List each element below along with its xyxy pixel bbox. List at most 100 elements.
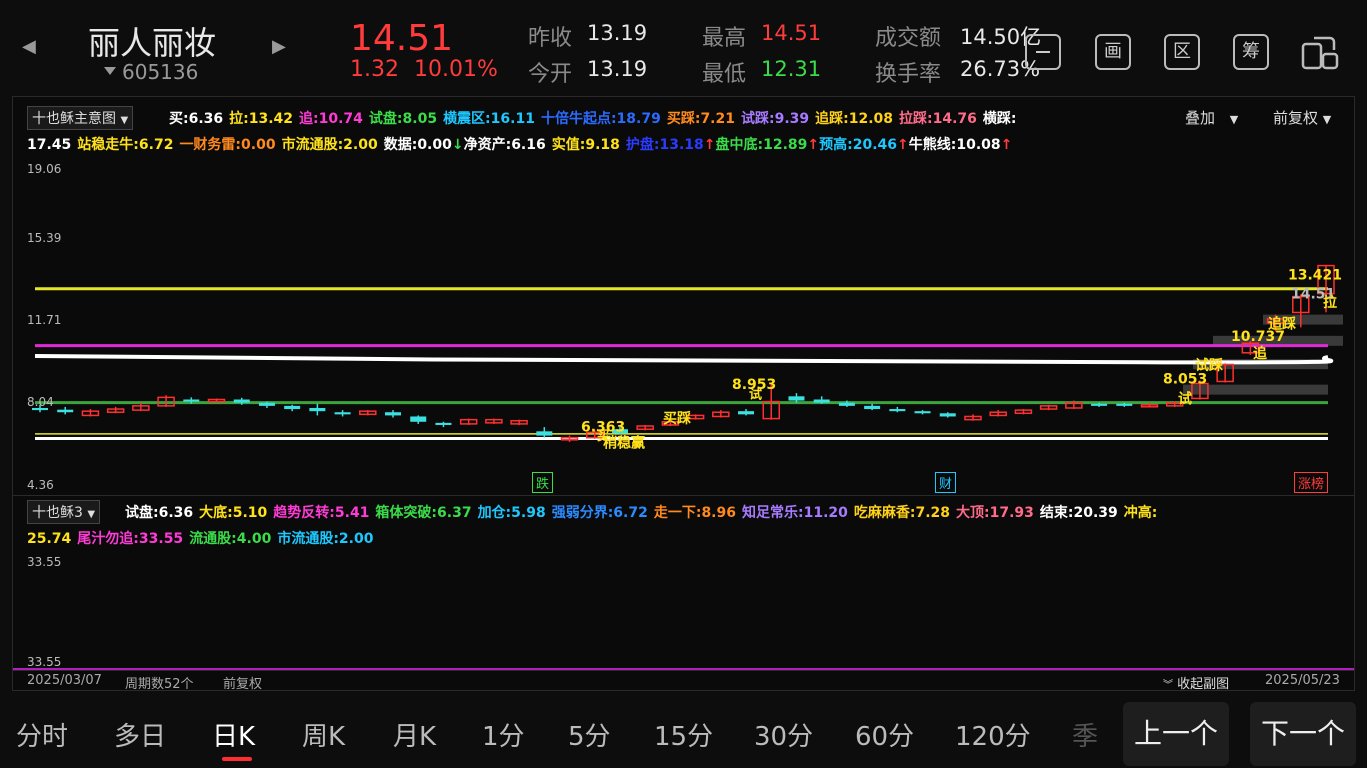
tab-daily-k[interactable]: 日K xyxy=(212,716,255,753)
tab-30min[interactable]: 30分 xyxy=(754,716,813,753)
footer-divider xyxy=(13,670,1354,671)
panel-divider xyxy=(13,495,1354,496)
tab-quarterly[interactable]: 季 xyxy=(1072,716,1098,753)
candle-body xyxy=(435,422,452,425)
candle-body xyxy=(1091,403,1108,406)
indicator-value: ↑ xyxy=(1000,137,1013,153)
prev-stock-button[interactable]: 上一个 xyxy=(1123,702,1229,766)
candle-body xyxy=(284,405,301,410)
candle-body xyxy=(258,402,275,406)
indicator-value: 尾汁勿追:33.55 xyxy=(77,531,184,547)
candle-body xyxy=(838,402,855,406)
sub-indicator-select[interactable]: 十也稣3 ▼ xyxy=(27,500,101,524)
indicator-value: 大顶:17.93 xyxy=(956,505,1034,521)
adjust-mode: 前复权 xyxy=(223,677,263,692)
chevron-down-icon: ▼ xyxy=(120,115,129,126)
chart-annotation: 拉 xyxy=(1323,294,1337,311)
indicator-value: 冲高: xyxy=(1123,505,1158,521)
next-stock-arrow-icon[interactable]: ▶ xyxy=(272,36,286,57)
stock-code[interactable]: 605136 xyxy=(104,60,198,84)
indicator-value: 流通股:4.00 xyxy=(189,531,272,547)
candle-body xyxy=(1116,403,1133,406)
indicator-value: 牛熊线:10.08 xyxy=(908,137,1001,153)
candle-body xyxy=(738,411,755,415)
tab-120min[interactable]: 120分 xyxy=(955,716,1031,753)
indicator-value: 追:10.74 xyxy=(299,111,363,127)
change-abs: 1.32 xyxy=(350,57,399,82)
quote-label: 今开 xyxy=(528,62,573,87)
main-kline-plot[interactable]: 13.42114.51拉追踩10.737追试踩8.053试8.953试买踩6.3… xyxy=(13,161,1354,495)
kline-chart-panel[interactable]: 十也稣主意图 ▼ 买:6.36 拉:13.42 追:10.74 试盘:8.05 横震区:… xyxy=(12,96,1355,692)
sub-indicator-values-line2: 25.74 尾汁勿追:33.55 流通股:4.00 市流通股:2.00 xyxy=(27,528,379,548)
end-date: 2025/05/23 xyxy=(1265,673,1340,688)
indicator-value: 知足常乐:11.20 xyxy=(741,505,848,521)
indicator-value: 站稳走牛:6.72 xyxy=(77,137,174,153)
indicator-value: 数据:0.00 xyxy=(383,137,452,153)
multi-window-icon[interactable] xyxy=(1300,34,1340,72)
tab-15min[interactable]: 15分 xyxy=(654,716,713,753)
y-axis-label: 8.04 xyxy=(27,395,54,409)
overlay-dropdown[interactable]: 叠加 ▼ xyxy=(1185,107,1238,128)
indicator-value: ↑ xyxy=(703,137,716,153)
finance-marker[interactable]: 财 xyxy=(935,472,957,493)
chart-annotation: 13.421 xyxy=(1288,268,1342,284)
main-indicator-values-line2: 17.45 站稳走牛:6.72 一财务雷:0.00 市流通股:2.00 数据:0.00↓… xyxy=(27,134,1012,154)
tab-60min[interactable]: 60分 xyxy=(855,716,914,753)
indicator-value: 护盘:13.18 xyxy=(625,137,704,153)
candle-body xyxy=(410,416,427,422)
tab-weekly-k[interactable]: 周K xyxy=(302,716,345,753)
indicator-value: 拉:13.42 xyxy=(229,111,294,127)
indicator-value: 试踩:9.39 xyxy=(740,111,810,127)
indicator-value: 强弱分界:6.72 xyxy=(551,505,648,521)
candle-body xyxy=(183,399,200,402)
y-axis-label: 33.55 xyxy=(27,655,62,669)
candle-body xyxy=(889,409,906,412)
adjust-dropdown[interactable]: 前复权 ▼ xyxy=(1273,107,1331,128)
chip-icon[interactable]: 筹 xyxy=(1233,34,1269,70)
chart-annotation: 10.737 xyxy=(1231,329,1285,345)
indicator-value: 结束:20.39 xyxy=(1039,505,1118,521)
y-axis-label: 15.39 xyxy=(27,231,62,245)
limit-up-marker[interactable]: 涨榜 xyxy=(1294,472,1329,493)
indicator-value: ↑ xyxy=(807,137,820,153)
chevron-down-icon: ▼ xyxy=(1229,113,1239,126)
start-date: 2025/03/07 xyxy=(27,673,102,688)
tab-intraday[interactable]: 分时 xyxy=(16,716,68,753)
prev-stock-arrow-icon[interactable]: ◀ xyxy=(22,36,36,57)
tab-1min[interactable]: 1分 xyxy=(482,716,525,753)
candle-body xyxy=(309,407,326,412)
indicator-value: 拉踩:14.76 xyxy=(899,111,977,127)
overlay-label: 叠加 xyxy=(1185,109,1216,127)
indicator-value: 箱体突破:6.37 xyxy=(375,505,472,521)
fall-marker[interactable]: 跌 xyxy=(532,472,554,493)
indicator-value: 趋势反转:5.41 xyxy=(273,505,370,521)
main-indicator-select[interactable]: 十也稣主意图 ▼ xyxy=(27,106,134,130)
zone-icon[interactable]: 区 xyxy=(1164,34,1200,70)
y-axis-label: 11.71 xyxy=(27,313,62,327)
chevron-down-icon: ▼ xyxy=(87,509,96,520)
next-stock-button[interactable]: 下一个 xyxy=(1250,702,1356,766)
tab-5min[interactable]: 5分 xyxy=(568,716,611,753)
chevron-down-icon: ▼ xyxy=(1322,113,1332,126)
tab-multiday[interactable]: 多日 xyxy=(114,716,166,753)
indicator-value: 一财务雷:0.00 xyxy=(179,137,276,153)
collapse-subchart-button[interactable]: ︾ 收起副图 xyxy=(1163,673,1229,692)
indicator-value: 买踩:7.21 xyxy=(666,111,735,127)
quote-label: 最高 xyxy=(702,26,747,51)
indicator-value: ↓ xyxy=(451,137,464,153)
quote-label: 最低 xyxy=(702,62,747,87)
drawing-icon[interactable]: 画 xyxy=(1095,34,1131,70)
chart-annotation: 试 xyxy=(1178,391,1192,408)
collapse-icon[interactable] xyxy=(1025,34,1061,70)
stock-name[interactable]: 丽人丽妆 xyxy=(88,18,216,64)
tab-monthly-k[interactable]: 月K xyxy=(393,716,436,753)
candle-body xyxy=(914,411,931,414)
indicator-value: 预高:20.46 xyxy=(819,137,898,153)
quote-value: 12.31 xyxy=(761,57,822,81)
y-axis-label: 33.55 xyxy=(27,555,62,569)
indicator-value: 追踩:12.08 xyxy=(815,111,894,127)
quote-value: 13.19 xyxy=(587,57,648,81)
indicator-value: 大底:5.10 xyxy=(199,505,268,521)
chart-annotation: 稍稳赢 xyxy=(603,434,645,451)
bull-bear-line xyxy=(34,353,1334,365)
